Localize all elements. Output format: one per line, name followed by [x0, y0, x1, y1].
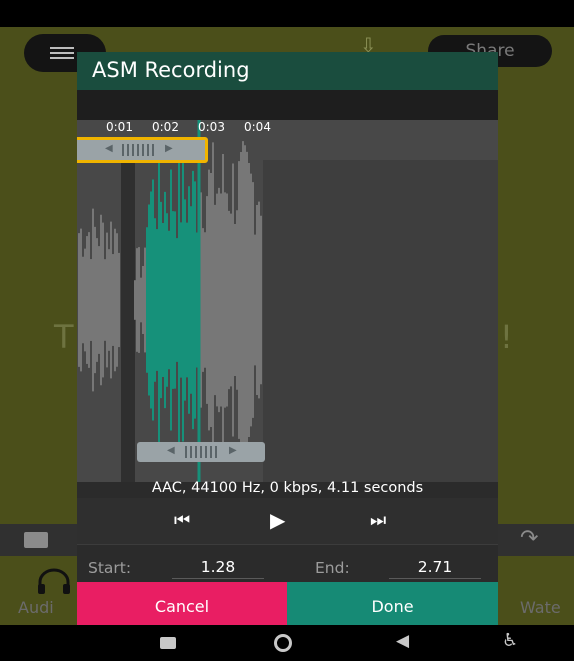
timeline-label: 0:03 — [198, 120, 225, 134]
hamburger-menu-icon — [50, 47, 74, 59]
background-text-left: T — [54, 318, 74, 356]
image-icon[interactable] — [24, 532, 48, 548]
dialog-strip — [77, 90, 498, 120]
right-arrow-icon: ▶ — [165, 143, 173, 154]
done-button[interactable]: Done — [287, 582, 498, 630]
redo-icon[interactable]: ↷ — [520, 526, 538, 551]
status-bar — [0, 0, 574, 27]
right-arrow-icon: ▶ — [229, 445, 237, 456]
back-triangle-icon[interactable]: ◀ — [396, 631, 409, 651]
waveform — [78, 120, 498, 482]
dialog-title: ASM Recording — [92, 58, 250, 82]
timeline-label: 0:01 — [106, 120, 133, 134]
skip-next-icon[interactable]: ⏭ — [370, 510, 386, 531]
home-circle-icon[interactable] — [274, 634, 292, 652]
left-arrow-icon: ◀ — [167, 445, 175, 456]
timeline-label: 0:02 — [152, 120, 179, 134]
recents-square-icon[interactable] — [160, 637, 176, 649]
headphones-icon[interactable] — [36, 568, 72, 594]
start-value-field[interactable]: 1.28 — [172, 558, 264, 579]
cancel-button[interactable]: Cancel — [77, 582, 287, 630]
skip-previous-icon[interactable]: ⏮ — [174, 510, 190, 531]
background-label-audio: Audi — [18, 598, 54, 617]
audio-info: AAC, 44100 Hz, 0 kbps, 4.11 seconds — [151, 480, 424, 496]
range-row: Start: 1.28 End: 2.71 — [77, 544, 498, 583]
end-handle[interactable]: ◀ ▶ — [137, 442, 265, 462]
accessibility-icon[interactable]: ♿ — [502, 630, 518, 651]
transport-controls: ⏮ ▶ ⏭ — [77, 498, 498, 544]
start-label: Start: — [88, 559, 132, 577]
dialog-header: ASM Recording — [77, 52, 498, 90]
start-handle[interactable]: ◀ ▶ — [77, 137, 208, 163]
play-icon[interactable]: ▶ — [270, 508, 285, 532]
grip-icon — [185, 446, 217, 458]
end-label: End: — [315, 559, 350, 577]
background-text-right: ! — [500, 318, 513, 356]
waveform-area[interactable]: 0:01 0:02 0:03 0:04 ◀ ▶ ◀ ▶ — [77, 120, 498, 482]
recording-dialog: ASM Recording 0:01 0:02 0:03 0:04 ◀ ▶ ◀ … — [77, 52, 498, 630]
end-value-field[interactable]: 2.71 — [389, 558, 481, 579]
waveform-right-area — [263, 160, 498, 482]
left-arrow-icon: ◀ — [105, 143, 113, 154]
timeline-label: 0:04 — [244, 120, 271, 134]
background-label-water: Wate — [520, 598, 561, 617]
waveform-gap — [121, 160, 135, 482]
grip-icon — [122, 144, 154, 156]
